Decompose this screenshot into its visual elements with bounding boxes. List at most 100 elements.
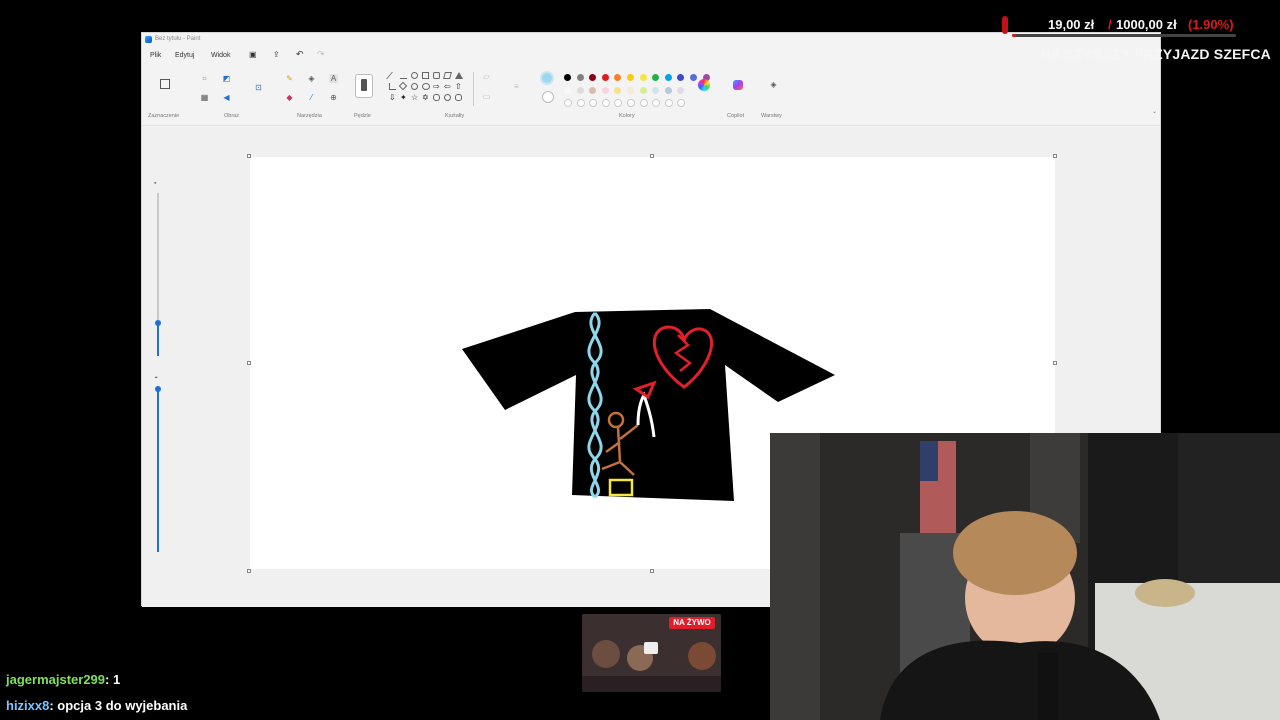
size-icon[interactable]: ≡ [512, 82, 521, 91]
outline-icon[interactable]: ▱ [482, 72, 491, 81]
curve-shape-icon[interactable] [400, 72, 407, 79]
down-arrow-shape-icon[interactable]: ⇩ [389, 94, 396, 102]
polygon-shape-icon[interactable] [443, 72, 452, 79]
edit-colors-icon[interactable] [698, 79, 710, 91]
custom-color-slot[interactable] [589, 99, 598, 107]
resize-handle[interactable] [1053, 361, 1057, 365]
cloud-callout-icon[interactable] [455, 94, 462, 101]
copilot-icon[interactable] [733, 80, 743, 90]
eraser-icon[interactable]: ◆ [285, 93, 294, 102]
palette-color-swatch[interactable] [614, 87, 622, 94]
up-arrow-shape-icon[interactable]: ⇧ [455, 83, 462, 91]
resize-icon[interactable]: ◩ [222, 74, 231, 83]
color-picker-icon[interactable]: ⁄ [307, 93, 316, 102]
custom-color-slot[interactable] [614, 99, 623, 107]
resize-handle[interactable] [247, 154, 251, 158]
image-icon[interactable]: ▦ [200, 93, 209, 102]
select-rect-icon[interactable] [160, 79, 170, 89]
line-shape-icon[interactable] [386, 72, 399, 79]
resize-handle[interactable] [1053, 154, 1057, 158]
right-arrow-shape-icon[interactable]: ⇨ [433, 83, 440, 91]
menu-view[interactable]: Widok [211, 52, 230, 59]
crop-icon[interactable]: ⌗ [200, 74, 209, 83]
redo-icon[interactable]: ↷ [317, 49, 325, 60]
palette-color-swatch[interactable] [576, 87, 584, 94]
donation-progress-bar [1012, 34, 1236, 37]
menu-file[interactable]: Plik [150, 52, 161, 59]
palette-color-swatch[interactable] [639, 87, 647, 94]
triangle-shape-icon[interactable] [455, 72, 463, 79]
share-icon[interactable]: ⇪ [273, 50, 280, 59]
diamond-shape-icon[interactable] [398, 81, 408, 91]
image-gen-icon[interactable]: ⊡ [254, 83, 263, 92]
palette-color-swatch[interactable] [639, 74, 647, 81]
ribbon-collapse-icon[interactable]: ⌄ [1150, 108, 1159, 117]
color-palette [564, 74, 710, 107]
palette-color-swatch[interactable] [690, 74, 697, 81]
rounded-rect-shape-icon[interactable] [433, 72, 440, 79]
hexagon-shape-icon[interactable] [422, 83, 430, 90]
active-color-swatch[interactable] [540, 71, 554, 85]
custom-color-slot[interactable] [677, 99, 686, 107]
layers-icon[interactable]: ◈ [769, 80, 778, 89]
text-icon[interactable]: A [329, 74, 338, 83]
custom-color-slot[interactable] [664, 99, 673, 107]
palette-color-swatch[interactable] [614, 74, 622, 81]
opacity-slider[interactable] [155, 386, 161, 552]
palette-color-swatch[interactable] [564, 74, 571, 81]
menu-bar: Plik Edytuj Widok ▣ ⇪ ↶ ↷ [142, 48, 1160, 64]
group-label-colors: Kolory [619, 113, 635, 119]
secondary-color-swatch[interactable] [542, 91, 554, 103]
shapes-gallery[interactable]: ⇨ ⇦ ⇧ ⇩ ✦ ☆ ✡ [386, 72, 469, 105]
rectangle-shape-icon[interactable] [422, 72, 429, 79]
save-icon[interactable]: ▣ [249, 50, 257, 59]
chat-text: : 1 [105, 672, 121, 687]
custom-color-slot[interactable] [601, 99, 610, 107]
oval-shape-icon[interactable] [411, 72, 418, 79]
custom-color-slot[interactable] [627, 99, 635, 107]
palette-color-swatch[interactable] [664, 87, 672, 94]
rotate-icon[interactable]: ◀ [222, 93, 231, 102]
palette-color-swatch[interactable] [677, 87, 685, 94]
palette-color-swatch[interactable] [601, 74, 609, 81]
opacity-knob[interactable] [155, 386, 161, 392]
custom-color-slot[interactable] [639, 99, 648, 107]
pencil-icon[interactable]: ✎ [285, 74, 294, 83]
resize-handle[interactable] [247, 569, 251, 573]
group-label-tools: Narzędzia [297, 113, 322, 119]
palette-color-swatch[interactable] [664, 74, 672, 81]
magnifier-icon[interactable]: ⊕ [329, 93, 338, 102]
resize-handle[interactable] [247, 361, 251, 365]
six-point-star-icon[interactable]: ✡ [422, 94, 429, 102]
pentagon-shape-icon[interactable] [411, 83, 418, 90]
callout-oval-icon[interactable] [444, 94, 451, 101]
brush-size-knob[interactable] [155, 320, 161, 326]
undo-icon[interactable]: ↶ [296, 49, 304, 60]
brush-button[interactable] [355, 74, 373, 98]
brush-size-slider[interactable] [155, 193, 161, 356]
brush-size-fill [157, 323, 159, 356]
custom-color-slot[interactable] [576, 99, 585, 107]
palette-color-swatch[interactable] [564, 87, 571, 94]
callout-rect-icon[interactable] [433, 94, 440, 101]
palette-color-swatch[interactable] [589, 87, 597, 94]
four-point-star-icon[interactable]: ✦ [400, 94, 407, 102]
custom-color-slot[interactable] [652, 99, 661, 107]
palette-color-swatch[interactable] [652, 87, 660, 94]
fill-icon[interactable]: ◈ [307, 74, 316, 83]
custom-color-slot[interactable] [564, 99, 572, 107]
left-arrow-shape-icon[interactable]: ⇦ [444, 83, 451, 91]
five-point-star-icon[interactable]: ☆ [411, 94, 418, 102]
palette-color-swatch[interactable] [627, 74, 634, 81]
right-triangle-shape-icon[interactable] [389, 83, 396, 90]
palette-color-swatch[interactable] [601, 87, 609, 94]
menu-edit[interactable]: Edytuj [175, 52, 194, 59]
resize-handle[interactable] [650, 154, 654, 158]
palette-color-swatch[interactable] [677, 74, 685, 81]
palette-color-swatch[interactable] [576, 74, 584, 81]
resize-handle[interactable] [650, 569, 654, 573]
palette-color-swatch[interactable] [589, 74, 597, 81]
shape-fill-icon[interactable]: ▭ [482, 92, 491, 101]
palette-color-swatch[interactable] [627, 87, 634, 94]
palette-color-swatch[interactable] [652, 74, 660, 81]
